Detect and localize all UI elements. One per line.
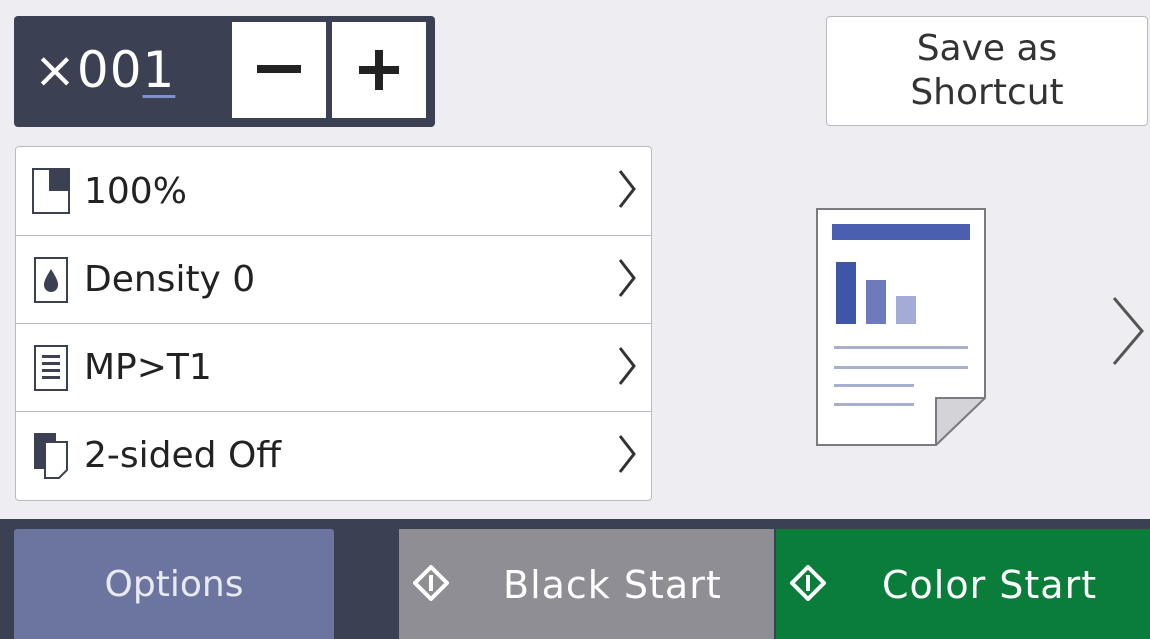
plus-icon	[359, 50, 399, 90]
chevron-right-icon	[618, 170, 636, 208]
color-start-button[interactable]: Color Start	[776, 529, 1150, 639]
setting-label: Density 0	[84, 259, 256, 300]
chevron-right-icon	[618, 259, 636, 297]
setting-label: MP>T1	[84, 347, 212, 388]
setting-tray-use[interactable]: MP>T1	[16, 323, 651, 411]
options-button[interactable]: Options	[14, 529, 334, 639]
increase-copies-button[interactable]	[332, 22, 426, 118]
decrease-copies-button[interactable]	[232, 22, 326, 118]
chevron-right-icon	[618, 347, 636, 385]
copy-count-cursor-digit: 1	[142, 41, 176, 99]
document-preview-icon	[816, 208, 986, 446]
density-drop-icon	[32, 256, 70, 304]
setting-two-sided[interactable]: 2-sided Off	[16, 411, 651, 499]
black-start-label: Black Start	[503, 563, 722, 607]
chevron-right-icon	[618, 435, 636, 473]
minus-icon	[257, 65, 301, 73]
two-sided-icon	[32, 432, 70, 480]
black-start-button[interactable]: Black Start	[399, 529, 774, 639]
copy-settings-list: 100% Density 0 MP>T1 2-sided Off	[15, 146, 652, 501]
setting-label: 100%	[84, 170, 187, 212]
start-diamond-icon	[790, 565, 826, 601]
tray-use-icon	[32, 344, 70, 392]
copy-count-prefix: ×00	[34, 41, 143, 99]
next-page-chevron-icon[interactable]	[1110, 296, 1146, 366]
start-diamond-icon	[413, 565, 449, 601]
enlarge-reduce-icon	[32, 167, 70, 215]
copy-count-panel: ×001	[14, 16, 435, 127]
setting-density[interactable]: Density 0	[16, 235, 651, 323]
color-start-label: Color Start	[882, 563, 1098, 607]
copy-count-value[interactable]: ×001	[34, 30, 175, 110]
save-as-shortcut-button[interactable]: Save as Shortcut	[826, 16, 1148, 126]
setting-label: 2-sided Off	[84, 435, 282, 476]
setting-enlarge-reduce[interactable]: 100%	[16, 147, 651, 235]
